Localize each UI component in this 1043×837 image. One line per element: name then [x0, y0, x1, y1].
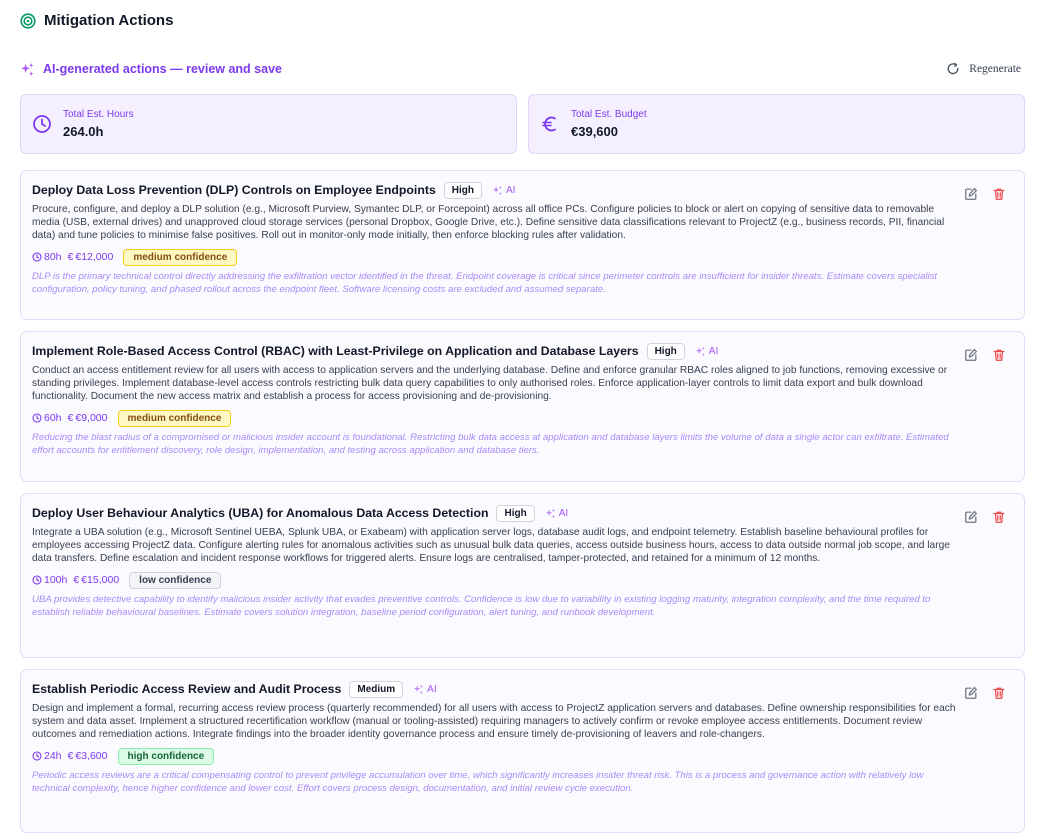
edit-icon[interactable] [964, 686, 978, 700]
ai-tag: AI [695, 346, 718, 357]
trash-icon[interactable] [992, 686, 1006, 700]
action-rationale: Reducing the blast radius of a compromis… [32, 432, 949, 456]
regenerate-label: Regenerate [969, 63, 1021, 75]
sparkles-icon [413, 684, 424, 694]
ai-tag-label: AI [708, 345, 719, 357]
confidence-badge: medium confidence [123, 248, 238, 266]
trash-icon[interactable] [992, 348, 1006, 362]
section-header: Mitigation Actions [20, 12, 173, 29]
hours-estimate: 60h [32, 412, 62, 424]
total-hours-card: Total Est. Hours 264.0h [20, 94, 517, 154]
priority-badge: High [443, 181, 483, 199]
hours-estimate: 100h [32, 574, 67, 586]
action-description: Design and implement a formal, recurring… [32, 703, 956, 740]
confidence-badge: high confidence [117, 747, 215, 765]
edit-icon[interactable] [964, 510, 978, 524]
euro-icon [540, 114, 560, 134]
action-card: Deploy Data Loss Prevention (DLP) Contro… [20, 170, 1025, 320]
edit-icon[interactable] [964, 348, 978, 362]
trash-icon[interactable] [992, 510, 1006, 524]
action-title: Implement Role-Based Access Control (RBA… [32, 344, 639, 358]
cost-estimate: € €15,000 [73, 574, 120, 586]
clock-icon [32, 413, 42, 423]
action-rationale: UBA provides detective capability to ide… [32, 594, 931, 618]
ai-tag-label: AI [427, 683, 437, 695]
cost-estimate: € €3,600 [67, 750, 108, 762]
confidence-badge: medium confidence [117, 409, 232, 427]
ai-tag: AI [413, 683, 437, 695]
action-title: Establish Periodic Access Review and Aud… [32, 682, 342, 696]
action-rationale: DLP is the primary technical control dir… [32, 271, 938, 295]
action-card: Implement Role-Based Access Control (RBA… [20, 331, 1025, 482]
ai-tag-label: AI [506, 184, 516, 196]
action-card: Deploy User Behaviour Analytics (UBA) fo… [20, 493, 1025, 658]
cost-estimate: € €12,000 [67, 251, 114, 263]
total-hours-label: Total Est. Hours [63, 109, 134, 120]
refresh-icon [946, 62, 960, 76]
sparkles-icon [492, 185, 502, 195]
sparkles-icon [20, 62, 35, 77]
action-description: Procure, configure, and deploy a DLP sol… [32, 204, 945, 241]
ai-bar-title: AI-generated actions — review and save [43, 62, 282, 76]
ai-tag-label: AI [558, 507, 569, 519]
hours-estimate: 80h [32, 251, 62, 263]
action-description: Conduct an access entitlement review for… [32, 365, 948, 402]
total-hours-value: 264.0h [63, 124, 104, 139]
action-title: Deploy User Behaviour Analytics (UBA) fo… [32, 506, 489, 520]
ai-tag: AI [492, 185, 515, 196]
hours-estimate: 24h [32, 750, 62, 762]
ai-tag: AI [545, 508, 568, 519]
clock-icon [32, 575, 42, 585]
priority-badge: High [496, 504, 535, 522]
priority-badge: High [646, 342, 685, 360]
cost-estimate: € €9,000 [67, 412, 108, 424]
clock-icon [32, 751, 42, 761]
confidence-badge: low confidence [129, 571, 222, 589]
page-title: Mitigation Actions [44, 12, 174, 29]
sparkles-icon [545, 508, 555, 518]
ai-generated-bar: AI-generated actions — review and save R… [20, 60, 1023, 78]
action-rationale: Periodic access reviews are a critical c… [32, 770, 924, 794]
sparkles-icon [695, 346, 705, 356]
total-budget-card: Total Est. Budget €39,600 [528, 94, 1025, 154]
clock-icon [32, 252, 42, 262]
action-card: Establish Periodic Access Review and Aud… [20, 669, 1025, 833]
action-title: Deploy Data Loss Prevention (DLP) Contro… [32, 183, 436, 197]
priority-badge: Medium [349, 680, 404, 698]
clock-icon [32, 114, 52, 134]
total-budget-label: Total Est. Budget [571, 109, 647, 120]
total-budget-value: €39,600 [571, 124, 618, 139]
edit-icon[interactable] [964, 187, 978, 201]
regenerate-button[interactable]: Regenerate [946, 62, 1021, 76]
action-description: Integrate a UBA solution (e.g., Microsof… [32, 527, 950, 564]
target-icon [20, 12, 36, 29]
trash-icon[interactable] [992, 187, 1006, 201]
